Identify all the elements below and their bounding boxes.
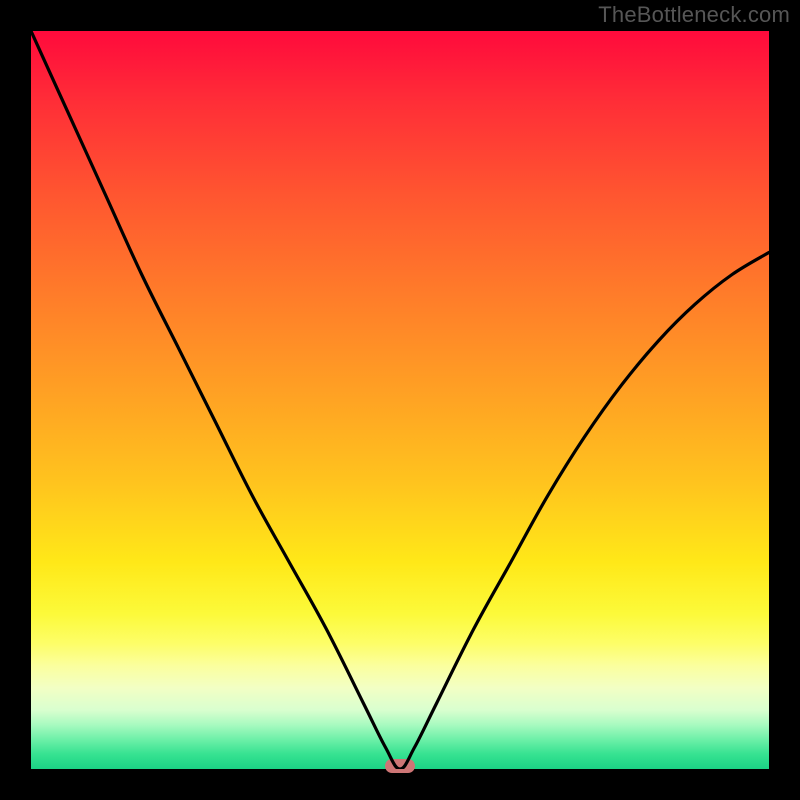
plot-area (31, 31, 769, 769)
bottleneck-marker (385, 759, 415, 773)
bottleneck-curve (31, 31, 769, 769)
watermark-text: TheBottleneck.com (598, 2, 790, 28)
chart-frame: TheBottleneck.com (0, 0, 800, 800)
